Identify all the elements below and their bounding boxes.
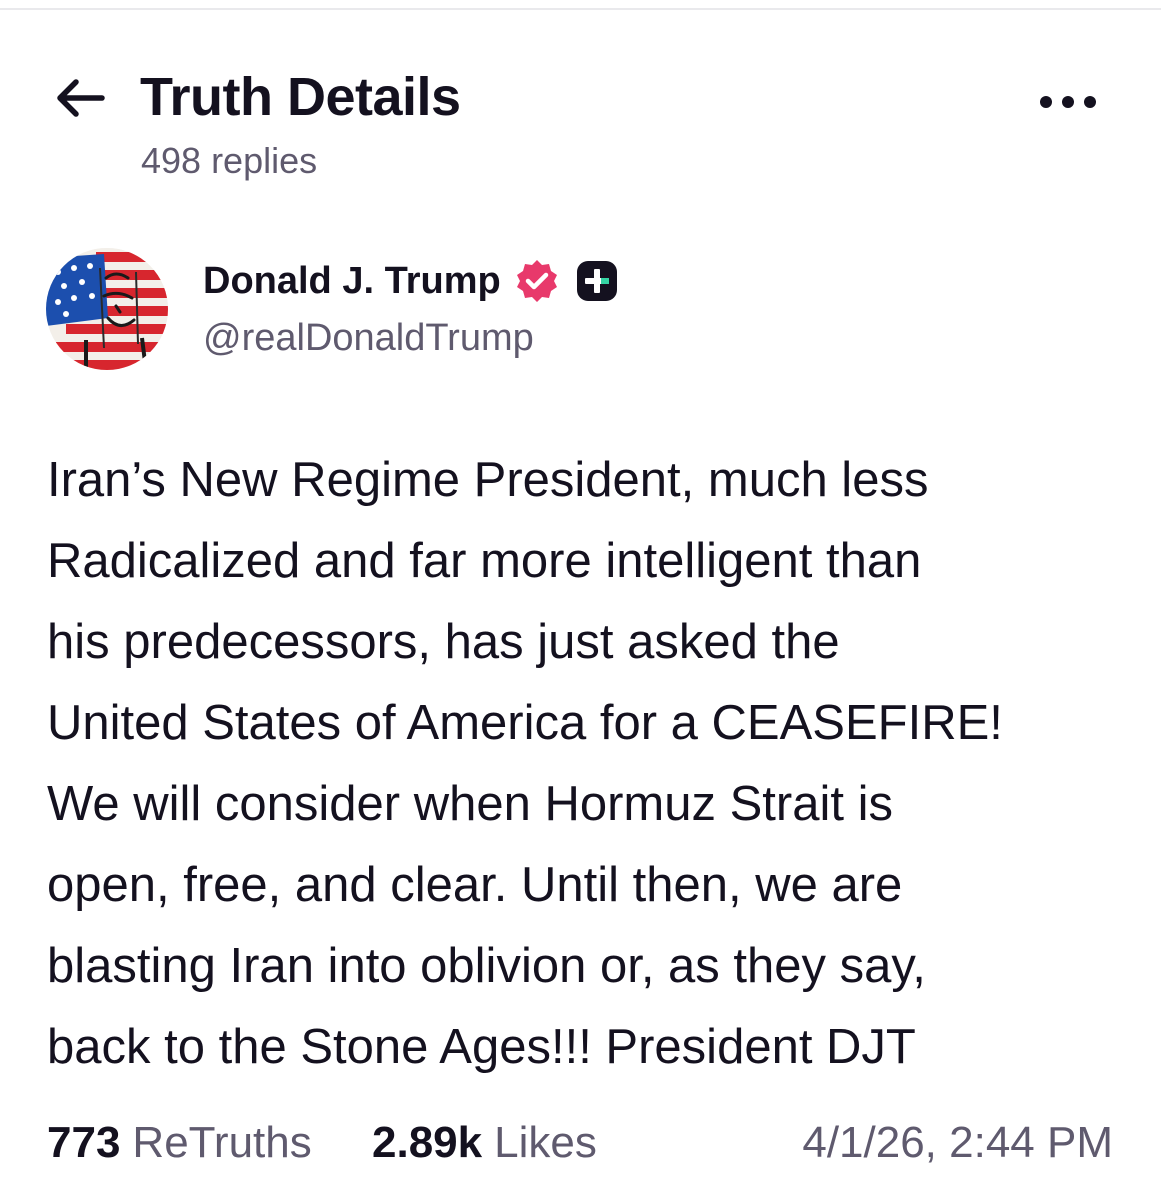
page-header: Truth Details 498 replies bbox=[0, 60, 1161, 200]
avatar[interactable] bbox=[46, 248, 168, 370]
post-line: open, free, and clear. Until then, we ar… bbox=[47, 858, 903, 912]
post-line: blasting Iran into oblivion or, as they … bbox=[47, 939, 926, 993]
post-stats: 773 ReTruths 2.89k Likes 4/1/26, 2:44 PM bbox=[0, 1112, 1161, 1176]
retruths-label: ReTruths bbox=[132, 1118, 312, 1167]
author-name[interactable]: Donald J. Trump bbox=[203, 260, 501, 303]
retruths-count: 773 bbox=[47, 1118, 121, 1167]
more-options-button[interactable] bbox=[1036, 90, 1100, 114]
likes-count: 2.89k bbox=[372, 1118, 483, 1167]
author-name-row: Donald J. Trump bbox=[203, 255, 621, 307]
post-line: Iran’s New Regime President, much less bbox=[47, 453, 929, 507]
plus-badge-icon bbox=[573, 257, 621, 305]
post-line: his predecessors, has just asked the bbox=[47, 615, 840, 669]
post-line: We will consider when Hormuz Strait is bbox=[47, 777, 893, 831]
post-timestamp: 4/1/26, 2:44 PM bbox=[802, 1118, 1113, 1167]
post-line: United States of America for a CEASEFIRE… bbox=[47, 696, 1003, 750]
post-text: Iran’s New Regime President, much less R… bbox=[47, 440, 1127, 1088]
verified-badge-icon bbox=[513, 257, 561, 305]
page-title: Truth Details bbox=[140, 67, 461, 127]
author-row: Donald J. Trump @realDonaldTrump bbox=[0, 245, 1161, 375]
american-flag-portrait-avatar-icon bbox=[46, 248, 168, 370]
back-arrow-icon bbox=[57, 79, 105, 117]
replies-count[interactable]: 498 replies bbox=[141, 140, 317, 182]
likes-stat[interactable]: 2.89k Likes bbox=[372, 1118, 597, 1168]
more-horizontal-icon bbox=[1040, 96, 1096, 108]
post-line: Radicalized and far more intelligent tha… bbox=[47, 534, 922, 588]
post-line: back to the Stone Ages!!! President DJT bbox=[47, 1020, 916, 1074]
author-handle[interactable]: @realDonaldTrump bbox=[203, 317, 534, 360]
likes-label: Likes bbox=[494, 1118, 597, 1167]
retruths-stat[interactable]: 773 ReTruths bbox=[47, 1118, 312, 1168]
top-divider bbox=[0, 8, 1161, 10]
back-button[interactable] bbox=[50, 74, 110, 122]
